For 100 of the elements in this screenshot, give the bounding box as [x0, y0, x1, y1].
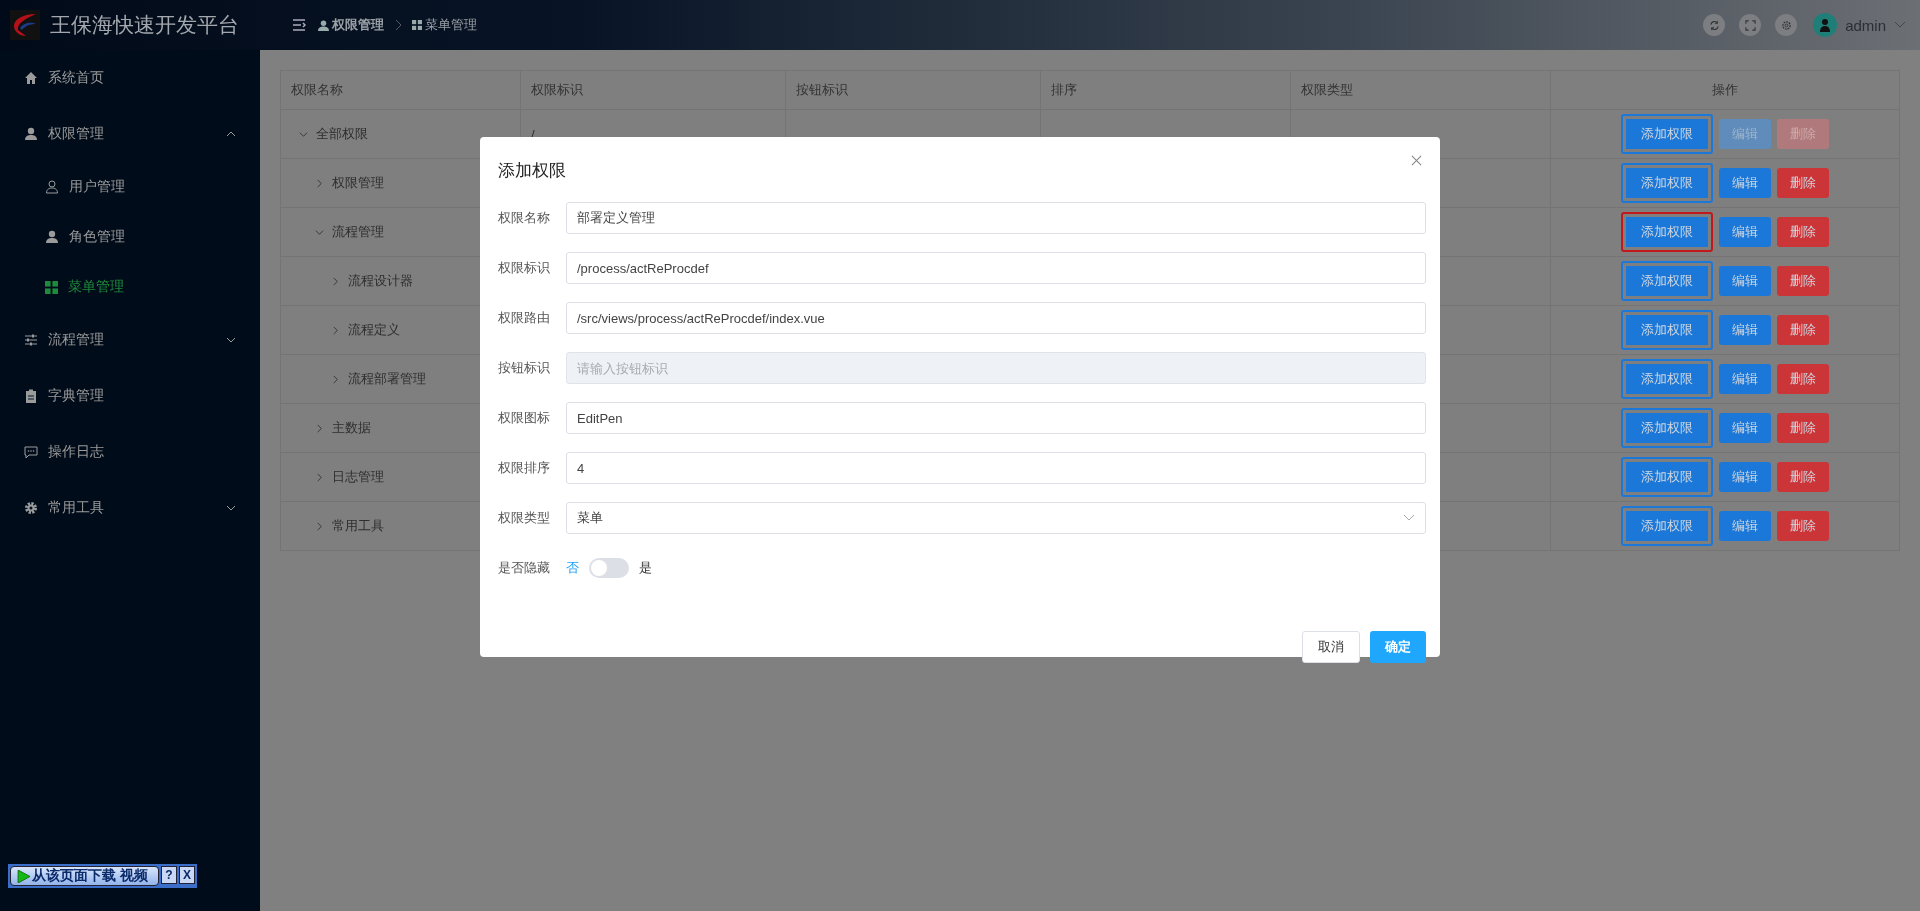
sidebar-item[interactable]: 字典管理	[0, 368, 260, 424]
edit-button[interactable]: 编辑	[1719, 168, 1771, 198]
field-label: 权限名称	[497, 209, 551, 227]
play-icon	[17, 869, 30, 883]
fullscreen-icon[interactable]	[1739, 14, 1762, 36]
table-cell: 全部权限	[316, 125, 368, 143]
delete-button[interactable]: 删除	[1777, 511, 1829, 541]
refresh-icon[interactable]	[1703, 14, 1726, 36]
sidebar-item[interactable]: 角色管理	[0, 212, 260, 262]
delete-button[interactable]: 删除	[1777, 168, 1829, 198]
table-cell: 流程管理	[332, 223, 384, 241]
edit-button[interactable]: 编辑	[1719, 413, 1771, 443]
chevron-right-icon[interactable]	[331, 276, 340, 286]
delete-button[interactable]: 删除	[1777, 364, 1829, 394]
edit-button[interactable]: 编辑	[1719, 217, 1771, 247]
column-header: 权限名称	[291, 82, 343, 97]
chevron-right-icon[interactable]	[315, 472, 324, 482]
delete-button[interactable]: 删除	[1777, 217, 1829, 247]
edit-button[interactable]: 编辑	[1719, 266, 1771, 296]
close-button[interactable]: X	[178, 866, 195, 884]
chevron-down-icon	[226, 505, 236, 511]
clipboard-icon	[24, 389, 38, 403]
select-field[interactable]: 菜单	[566, 502, 1426, 534]
delete-button[interactable]: 删除	[1777, 315, 1829, 345]
chevron-right-icon[interactable]	[315, 423, 324, 433]
dialog-title: 添加权限	[498, 160, 566, 182]
avatar[interactable]	[1813, 13, 1838, 37]
table-cell: 主数据	[332, 419, 371, 437]
close-icon[interactable]	[1411, 155, 1422, 166]
sidebar-item[interactable]: 菜单管理	[0, 262, 260, 312]
add-button[interactable]: 添加权限	[1621, 163, 1713, 203]
user-name[interactable]: admin	[1845, 16, 1886, 34]
chat-icon	[24, 445, 38, 459]
chevron-down-icon	[226, 337, 236, 343]
add-button[interactable]: 添加权限	[1621, 359, 1713, 399]
help-button[interactable]: ?	[160, 866, 177, 884]
column-header: 操作	[1712, 82, 1738, 97]
field-label: 按钮标识	[497, 359, 551, 377]
breadcrumb-item[interactable]: 权限管理	[332, 16, 384, 34]
table-cell: 流程部署管理	[348, 370, 426, 388]
input-field[interactable]: EditPen	[566, 402, 1426, 434]
edit-button[interactable]: 编辑	[1719, 315, 1771, 345]
table-cell: 常用工具	[332, 517, 384, 535]
delete-button[interactable]: 删除	[1777, 266, 1829, 296]
settings-icon[interactable]	[1775, 14, 1798, 36]
sidebar-item[interactable]: 常用工具	[0, 480, 260, 536]
chevron-down-icon	[1403, 514, 1415, 522]
chevron-right-icon	[394, 19, 402, 31]
confirm-button[interactable]: 确定	[1370, 631, 1426, 663]
breadcrumb-item[interactable]: 菜单管理	[425, 16, 477, 34]
input-field[interactable]: /process/actReProcdef	[566, 252, 1426, 284]
add-button[interactable]: 添加权限	[1621, 261, 1713, 301]
chevron-down-icon[interactable]	[315, 227, 324, 237]
table-cell: 流程设计器	[348, 272, 413, 290]
logo-icon	[10, 10, 40, 40]
column-header: 权限标识	[531, 82, 583, 97]
input-field[interactable]: 4	[566, 452, 1426, 484]
column-header: 排序	[1051, 82, 1077, 97]
sidebar-item[interactable]: 权限管理	[0, 106, 260, 162]
delete-button[interactable]: 删除	[1777, 413, 1829, 443]
sidebar-item[interactable]: 系统首页	[0, 50, 260, 106]
table-cell: 权限管理	[332, 174, 384, 192]
field-label: 是否隐藏	[497, 559, 551, 577]
menu-toggle-icon[interactable]	[292, 19, 306, 31]
user-icon	[45, 230, 59, 244]
home-icon	[24, 71, 38, 85]
add-button[interactable]: 添加权限	[1621, 457, 1713, 497]
edit-button[interactable]: 编辑	[1719, 462, 1771, 492]
chevron-right-icon[interactable]	[331, 325, 340, 335]
delete-button[interactable]: 删除	[1777, 462, 1829, 492]
column-header: 权限类型	[1301, 82, 1353, 97]
caret-icon[interactable]	[1894, 21, 1906, 29]
edit-button[interactable]: 编辑	[1719, 511, 1771, 541]
chevron-right-icon[interactable]	[315, 521, 324, 531]
toggle-switch[interactable]	[589, 558, 629, 578]
chevron-down-icon[interactable]	[299, 129, 308, 139]
cancel-button[interactable]: 取消	[1302, 631, 1360, 663]
field-label: 权限类型	[497, 509, 551, 527]
app-title: 王保海快速开发平台	[50, 12, 239, 38]
add-button[interactable]: 添加权限	[1621, 310, 1713, 350]
user-icon	[318, 19, 329, 31]
add-button[interactable]: 添加权限	[1621, 212, 1713, 252]
sidebar-item[interactable]: 流程管理	[0, 312, 260, 368]
user-icon	[45, 180, 59, 194]
input-field[interactable]: 部署定义管理	[566, 202, 1426, 234]
download-video-button[interactable]: 从该页面下载 视频	[10, 866, 159, 886]
sidebar-item[interactable]: 用户管理	[0, 162, 260, 212]
sidebar-item[interactable]: 操作日志	[0, 424, 260, 480]
chevron-right-icon[interactable]	[331, 374, 340, 384]
add-button[interactable]: 添加权限	[1621, 114, 1713, 154]
user-icon	[24, 127, 38, 141]
chevron-right-icon[interactable]	[315, 178, 324, 188]
edit-button[interactable]: 编辑	[1719, 364, 1771, 394]
column-header: 按钮标识	[796, 82, 848, 97]
table-cell: 日志管理	[332, 468, 384, 486]
input-field[interactable]: /src/views/process/actReProcdef/index.vue	[566, 302, 1426, 334]
add-button[interactable]: 添加权限	[1621, 506, 1713, 546]
field-label: 权限排序	[497, 459, 551, 477]
grid-icon	[45, 280, 58, 294]
add-button[interactable]: 添加权限	[1621, 408, 1713, 448]
